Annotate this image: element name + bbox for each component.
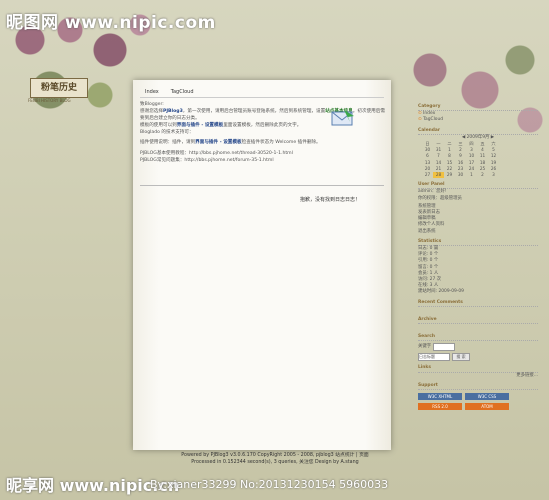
footer-copyright: Powered by PJBlog3 v3.0.6.170 CopyRight … [181,453,369,458]
stat-established: 建站时间: 2009-09-09 [418,289,464,295]
archive-title: Archive [418,317,538,325]
search-input[interactable] [433,343,456,352]
links-title: Links [418,365,538,373]
search-type-select[interactable]: 日志标题 [418,353,450,362]
next-month-icon[interactable]: ▶ [491,135,494,140]
calendar-title: Calendar [418,128,538,135]
welcome-paragraph-4: 插件使用说明：插件，请到界面与插件 - 设置模板检查插件状态为 Welcome … [140,140,321,145]
support-title: Support [418,383,538,390]
category-item-tagcloud[interactable]: ⊙ TagCloud [418,117,538,123]
post-divider [140,185,384,186]
mail-icon [331,110,354,126]
watermark-top: 昵图网 www.nipic.com [6,13,216,33]
calendar-week-row: 27 28 29 30 1 2 3 [424,172,495,179]
help-link-1[interactable]: PJBLOG基本使用教程：http://bbs.pjhome.net/threa… [140,150,385,157]
calendar-today[interactable]: 28 [433,172,444,179]
nav-item-index[interactable]: Index [145,89,159,95]
top-nav: Index TagCloud [145,89,194,95]
statistics-title: Statistics [418,239,538,247]
user-role: 你的权限：超级管理员 [418,195,462,201]
no-posts-message: 抱歉，没有找到日志日志！ [300,197,361,203]
links-more[interactable]: 更多链接... [418,373,538,379]
nav-item-tagcloud[interactable]: TagCloud [171,89,194,95]
plugin-settings-link[interactable]: 界面与插件 - 设置模板 [195,140,241,145]
recent-comments-title: Recent Comments [418,300,538,307]
atom-badge[interactable]: ATOM [465,402,509,410]
rss-icon: ⊙ [418,117,422,123]
rss-icon: ⊙ [418,111,422,117]
search-button[interactable]: 搜 索 [452,353,470,362]
site-logo-subtitle: FENBI HISTORY BLOG [28,98,71,103]
welcome-paragraph-3: Bloglado 的技术支持可： [140,130,194,135]
user-link-logout[interactable]: 退出系统 [418,229,538,235]
watermark-bottom-id: By:xianer33299 No:20131230154 5960033 [150,478,389,491]
nav-divider [140,97,384,98]
search-form: 关键字 [418,343,538,352]
calendar-grid: 日一二三四五六 30 31 1 2 3 4 5 6 7 8 9 10 11 12 13 14 15 16 17 1… [422,141,499,179]
site-logo[interactable]: 粉笔历史 [30,78,88,98]
search-label: 关键字 [418,344,432,350]
prev-month-icon[interactable]: ◀ [462,135,465,140]
support-badges: W3C XHTML W3C CSS RSS 2.0 ATOM [418,392,538,410]
sidebar: Category ⊙ Index ⊙ TagCloud Calendar ◀ 2… [418,100,538,410]
brand-name: PJBlog3 [162,109,183,114]
footer-processed: Processed in 0.152344 second(s), 3 queri… [191,460,359,465]
greeting: 致Blogger: [140,102,164,107]
theme-settings-link[interactable]: 界面与插件 - 设置模板 [177,123,223,128]
rss-badge[interactable]: RSS 2.0 [418,402,462,410]
css-badge[interactable]: W3C CSS [465,392,509,400]
help-link-2[interactable]: PJBLOG常见问题集：http://bbs.pjhome.net/forum-… [140,157,385,164]
category-title: Category [418,104,538,112]
search-title: Search [418,334,538,342]
xhtml-badge[interactable]: W3C XHTML [418,392,462,400]
footer: Powered by PJBlog3 v3.0.6.170 CopyRight … [130,452,420,466]
